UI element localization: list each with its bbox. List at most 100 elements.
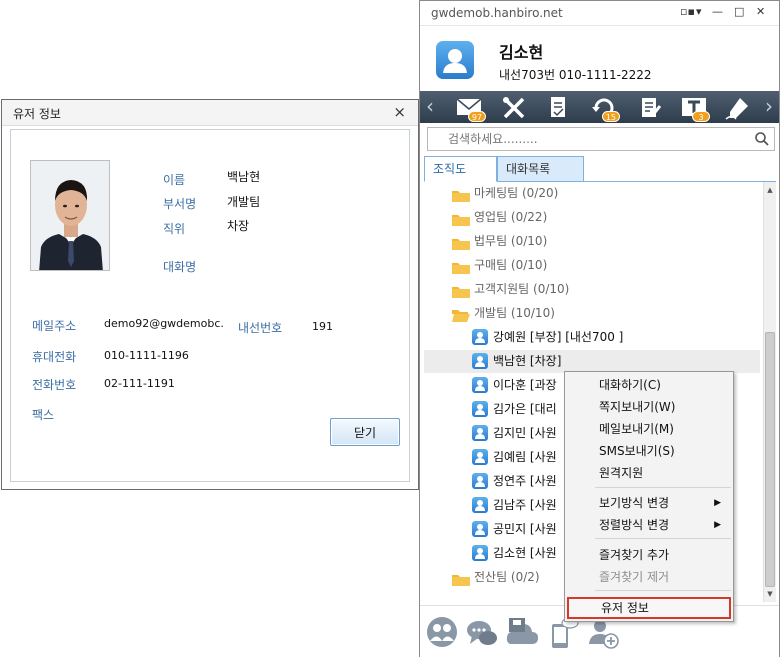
user-row[interactable]: 백남현 [차장] <box>424 350 760 373</box>
folder-icon <box>452 211 470 226</box>
context-menu-item[interactable]: 보기방식 변경 ▶ <box>567 492 731 514</box>
team-label: 영업팀 (0/22) <box>474 210 548 224</box>
refresh-badge: 15 <box>601 111 620 122</box>
cloud-save-icon[interactable] <box>504 614 540 650</box>
user-icon <box>472 497 488 513</box>
tab-bar: 조직도 대화목록 <box>424 156 776 182</box>
search-box <box>427 127 775 151</box>
menu-separator <box>595 538 731 539</box>
team-folder-row[interactable]: 구매팀 (0/10) <box>424 254 760 277</box>
scroll-down-icon[interactable]: ▼ <box>764 588 776 600</box>
menu-item-label: 메일보내기(M) <box>599 422 674 436</box>
user-icon <box>472 329 488 345</box>
minimize-icon[interactable]: — <box>712 5 723 18</box>
folder-open-icon <box>452 307 470 322</box>
messenger-titlebar[interactable]: gwdemob.hanbiro.net ▫▪ ▾ — □ ✕ <box>420 1 779 26</box>
scroll-thumb[interactable] <box>765 332 775 587</box>
team-folder-row[interactable]: 마케팅팀 (0/20) <box>424 182 760 205</box>
edit-document-icon[interactable] <box>634 94 666 122</box>
context-menu-item[interactable]: 메일보내기(M) <box>567 418 731 440</box>
team-label: 법무팀 (0/10) <box>474 234 548 248</box>
tree-scrollbar[interactable]: ▲ ▼ <box>763 182 776 602</box>
search-icon[interactable] <box>754 131 770 147</box>
contacts-icon[interactable] <box>424 614 460 650</box>
context-menu-item[interactable]: 대화하기(C) <box>567 374 731 396</box>
menu-item-label: 즐겨찾기 추가 <box>599 548 670 562</box>
team-label: 고객지원팀 (0/10) <box>474 282 570 296</box>
user-icon <box>472 353 488 369</box>
context-menu-item[interactable]: 즐겨찾기 제거 <box>567 566 731 588</box>
extension-value: 191 <box>312 320 333 333</box>
menu-dropdown-icon[interactable]: ▾ <box>696 5 702 18</box>
board-badge: 3 <box>692 111 710 122</box>
user-info-dialog: 유저 정보 × 이름 백남현 부서명 개발팀 직위 차장 대화명 메일주소 de… <box>1 99 419 490</box>
mail-icon[interactable]: 97 <box>454 94 486 122</box>
folder-icon <box>452 235 470 250</box>
tab-chat-list[interactable]: 대화목록 <box>497 156 584 182</box>
user-label: 백남현 [차장] <box>493 354 562 368</box>
toolbar-left-arrow-icon[interactable]: ‹ <box>420 91 440 123</box>
menu-item-label: 즐겨찾기 제거 <box>599 570 670 584</box>
user-label: 김가은 [대리 <box>493 402 557 416</box>
menu-item-label: 유저 정보 <box>601 601 649 615</box>
mail-badge: 97 <box>467 111 486 122</box>
team-label: 개발팀 (10/10) <box>474 306 555 320</box>
my-profile: 김소현 내선703번 010-1111-2222 <box>420 26 779 90</box>
email-value: demo92@gwdemobc.han <box>104 317 224 330</box>
dialog-title: 유저 정보 <box>13 107 61 121</box>
chat-icon[interactable] <box>464 614 500 650</box>
context-menu-item[interactable]: SMS보내기(S) <box>567 440 731 462</box>
context-menu-item[interactable]: 즐겨찾기 추가 <box>567 544 731 566</box>
position-value: 차장 <box>227 219 250 233</box>
maximize-icon[interactable]: □ <box>734 5 744 18</box>
menu-item-label: 원격지원 <box>599 466 644 480</box>
close-icon[interactable]: × <box>393 103 406 121</box>
pin-icon[interactable]: ▫▪ <box>680 5 695 18</box>
user-label: 공민지 [사원 <box>493 522 557 536</box>
refresh-icon[interactable]: 15 <box>588 94 620 122</box>
user-row[interactable]: 강예원 [부장] [내선700 ] <box>424 326 760 349</box>
document-check-icon[interactable] <box>542 94 574 122</box>
folder-icon <box>452 571 470 586</box>
user-icon <box>472 425 488 441</box>
toolbar-right-arrow-icon[interactable]: › <box>759 91 779 123</box>
avatar[interactable] <box>436 41 474 79</box>
extension-label: 내선번호 <box>238 321 283 335</box>
team-folder-row[interactable]: 개발팀 (10/10) <box>424 302 760 325</box>
user-photo <box>30 160 110 271</box>
dept-label: 부서명 <box>163 197 197 211</box>
mobile-value: 010-1111-1196 <box>104 349 189 362</box>
dialog-titlebar[interactable]: 유저 정보 × <box>2 100 418 126</box>
tools-icon[interactable] <box>498 94 530 122</box>
team-label: 마케팅팀 (0/20) <box>474 186 559 200</box>
signature-icon[interactable] <box>722 94 754 122</box>
submenu-arrow-icon: ▶ <box>714 498 721 508</box>
tab-org-chart[interactable]: 조직도 <box>424 156 497 182</box>
team-label: 구매팀 (0/10) <box>474 258 548 272</box>
user-icon <box>472 449 488 465</box>
context-menu-item[interactable]: 쪽지보내기(W) <box>567 396 731 418</box>
menu-separator <box>595 590 731 591</box>
search-input[interactable] <box>428 128 746 150</box>
menu-item-label: 보기방식 변경 <box>599 496 670 510</box>
user-icon <box>472 545 488 561</box>
user-label: 정연주 [사원 <box>493 474 557 488</box>
context-menu-item[interactable]: 원격지원 <box>567 462 731 484</box>
menu-item-label: SMS보내기(S) <box>599 444 675 458</box>
phone-value: 02-111-1191 <box>104 377 175 390</box>
menu-item-label: 대화하기(C) <box>599 378 661 392</box>
window-close-icon[interactable]: ✕ <box>756 5 765 18</box>
main-toolbar: ‹ 97 15 3 › <box>420 91 779 123</box>
team-folder-row[interactable]: 법무팀 (0/10) <box>424 230 760 253</box>
close-button[interactable]: 닫기 <box>330 418 400 446</box>
team-folder-row[interactable]: 고객지원팀 (0/10) <box>424 278 760 301</box>
folder-icon <box>452 259 470 274</box>
user-icon <box>472 521 488 537</box>
text-board-icon[interactable]: 3 <box>678 94 710 122</box>
scroll-up-icon[interactable]: ▲ <box>764 184 776 196</box>
my-extension: 내선703번 010-1111-2222 <box>499 68 652 82</box>
context-menu-item[interactable]: 정렬방식 변경 ▶ <box>567 514 731 536</box>
context-menu-item[interactable]: 유저 정보 <box>567 597 731 619</box>
name-label: 이름 <box>163 173 186 187</box>
team-folder-row[interactable]: 영업팀 (0/22) <box>424 206 760 229</box>
